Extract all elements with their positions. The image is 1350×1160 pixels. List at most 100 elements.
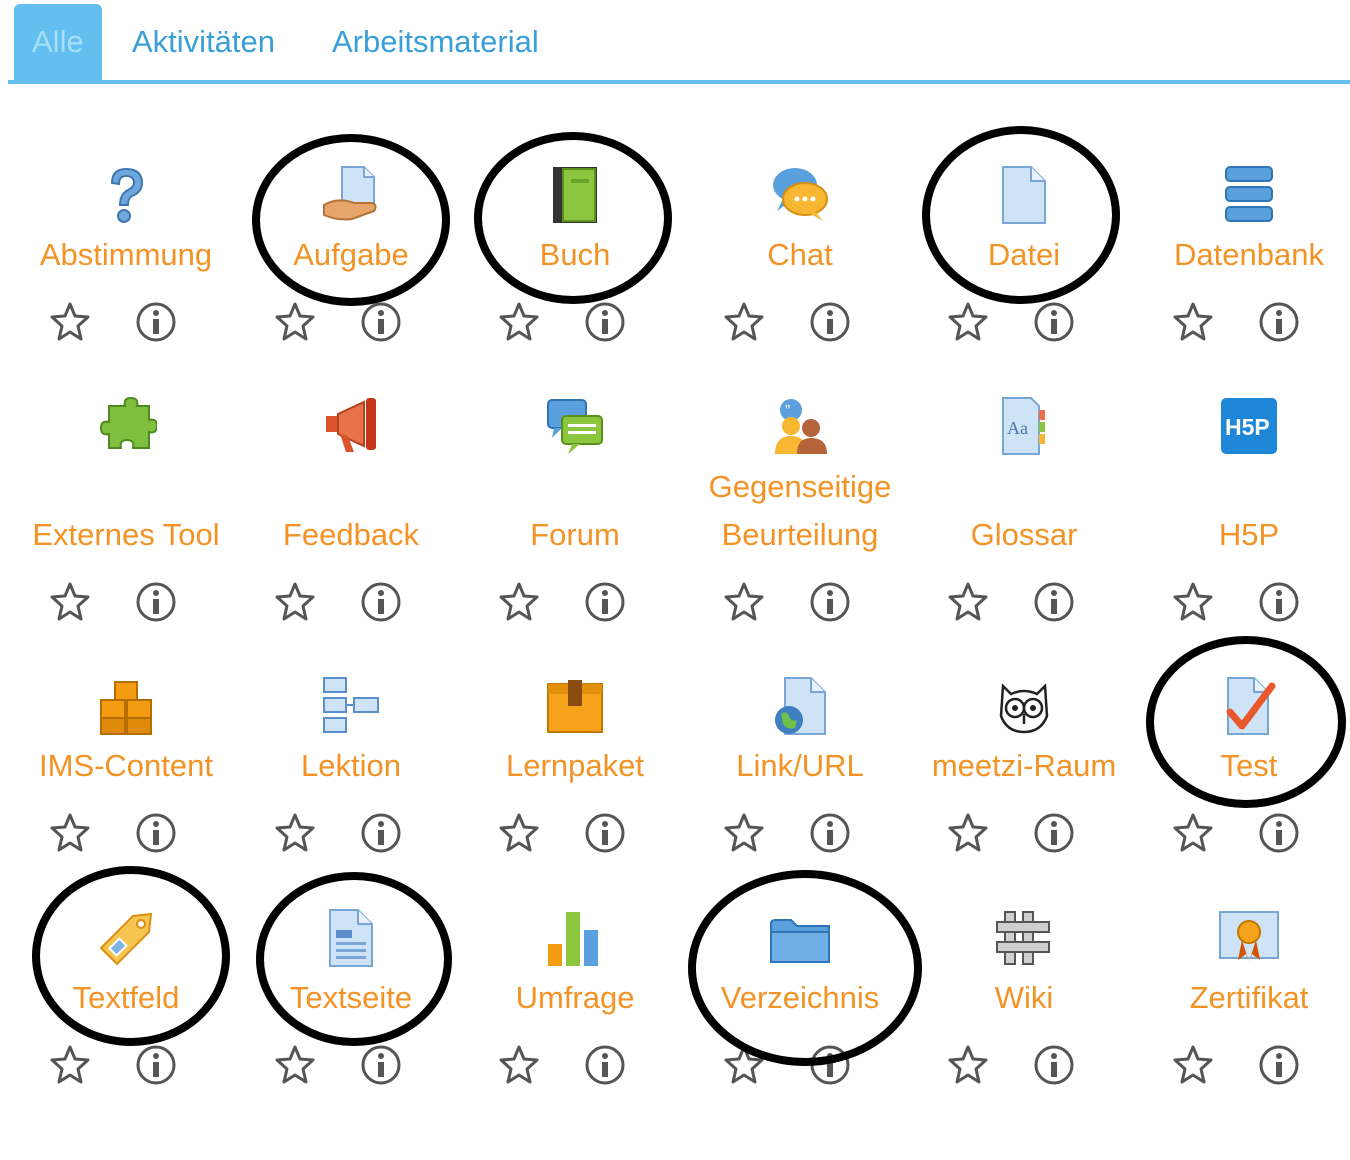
info-circle-icon[interactable] [808, 811, 852, 855]
star-outline-icon[interactable] [48, 580, 92, 624]
tab-aktivitaeten[interactable]: Aktivitäten [132, 4, 275, 80]
star-outline-icon[interactable] [946, 1043, 990, 1087]
star-outline-icon[interactable] [497, 1043, 541, 1087]
module-label[interactable]: Feedback [239, 511, 463, 559]
module-label[interactable]: Lektion [239, 742, 463, 790]
info-circle-icon[interactable] [134, 580, 178, 624]
info-circle-icon[interactable] [134, 300, 178, 344]
star-outline-icon[interactable] [946, 811, 990, 855]
module-label[interactable]: H5P [1137, 511, 1350, 559]
module-label[interactable]: Datei [912, 231, 1136, 279]
glossary-icon[interactable]: Aa [912, 394, 1136, 458]
star-outline-icon[interactable] [273, 300, 317, 344]
file-icon[interactable] [912, 163, 1136, 227]
package-box-icon[interactable] [463, 674, 687, 738]
module-label[interactable]: Buch [463, 231, 687, 279]
info-circle-icon[interactable] [359, 1043, 403, 1087]
info-circle-icon[interactable] [583, 300, 627, 344]
star-outline-icon[interactable] [1171, 811, 1215, 855]
info-circle-icon[interactable] [583, 811, 627, 855]
star-outline-icon[interactable] [48, 300, 92, 344]
info-circle-icon[interactable] [359, 811, 403, 855]
bar-chart-icon[interactable] [463, 906, 687, 970]
star-outline-icon[interactable] [946, 580, 990, 624]
module-label[interactable]: Beurteilung [688, 511, 912, 559]
module-label[interactable]: Link/URL [688, 742, 912, 790]
puzzle-icon[interactable] [14, 394, 238, 458]
quiz-check-icon[interactable] [1137, 674, 1350, 738]
module-label[interactable]: Wiki [912, 974, 1136, 1022]
info-circle-icon[interactable] [1257, 300, 1301, 344]
forum-icon[interactable] [463, 394, 687, 458]
certificate-icon[interactable] [1137, 906, 1350, 970]
star-outline-icon[interactable] [497, 811, 541, 855]
workshop-icon[interactable]: ” [688, 394, 912, 458]
tab-arbeitsmaterial[interactable]: Arbeitsmaterial [332, 4, 539, 80]
star-outline-icon[interactable] [722, 300, 766, 344]
lesson-icon[interactable] [239, 674, 463, 738]
info-circle-icon[interactable] [808, 1043, 852, 1087]
info-circle-icon[interactable] [1032, 1043, 1076, 1087]
module-label[interactable]: Textfeld [14, 974, 238, 1022]
module-label[interactable]: Aufgabe [239, 231, 463, 279]
book-icon[interactable] [463, 163, 687, 227]
module-label[interactable]: Abstimmung [14, 231, 238, 279]
page-icon[interactable] [239, 906, 463, 970]
module-label[interactable]: Chat [688, 231, 912, 279]
star-outline-icon[interactable] [1171, 1043, 1215, 1087]
label-tag-icon[interactable] [14, 906, 238, 970]
info-circle-icon[interactable] [583, 1043, 627, 1087]
info-circle-icon[interactable] [1257, 811, 1301, 855]
module-label[interactable]: Umfrage [463, 974, 687, 1022]
star-outline-icon[interactable] [722, 1043, 766, 1087]
module-label[interactable]: Test [1137, 742, 1350, 790]
info-circle-icon[interactable] [1032, 300, 1076, 344]
star-outline-icon[interactable] [273, 1043, 317, 1087]
star-outline-icon[interactable] [722, 811, 766, 855]
url-globe-icon[interactable] [688, 674, 912, 738]
module-label[interactable]: Zertifikat [1137, 974, 1350, 1022]
info-circle-icon[interactable] [134, 1043, 178, 1087]
info-circle-icon[interactable] [1032, 580, 1076, 624]
star-outline-icon[interactable] [1171, 580, 1215, 624]
module-label[interactable]: meetzi-Raum [912, 742, 1136, 790]
module-label[interactable]: Lernpaket [463, 742, 687, 790]
module-label[interactable]: Verzeichnis [688, 974, 912, 1022]
assignment-icon[interactable] [239, 163, 463, 227]
info-circle-icon[interactable] [134, 811, 178, 855]
module-label[interactable]: IMS-Content [14, 742, 238, 790]
star-outline-icon[interactable] [946, 300, 990, 344]
star-outline-icon[interactable] [497, 300, 541, 344]
star-outline-icon[interactable] [273, 811, 317, 855]
star-outline-icon[interactable] [722, 580, 766, 624]
tab-alle[interactable]: Alle [14, 4, 102, 80]
h5p-icon[interactable]: H5P [1137, 394, 1350, 458]
module-label[interactable]: Gegenseitige [688, 463, 912, 511]
question-icon[interactable] [14, 163, 238, 227]
folder-icon[interactable] [688, 906, 912, 970]
module-label[interactable]: Datenbank [1137, 231, 1350, 279]
star-outline-icon[interactable] [1171, 300, 1215, 344]
megaphone-icon[interactable] [239, 394, 463, 458]
info-circle-icon[interactable] [359, 580, 403, 624]
info-circle-icon[interactable] [1032, 811, 1076, 855]
owl-icon[interactable] [912, 674, 1136, 738]
info-circle-icon[interactable] [583, 580, 627, 624]
wiki-icon[interactable] [912, 906, 1136, 970]
module-label[interactable]: Textseite [239, 974, 463, 1022]
info-circle-icon[interactable] [808, 300, 852, 344]
module-label[interactable]: Glossar [912, 511, 1136, 559]
module-label[interactable]: Externes Tool [14, 511, 238, 559]
info-circle-icon[interactable] [1257, 1043, 1301, 1087]
module-label[interactable]: Forum [463, 511, 687, 559]
star-outline-icon[interactable] [273, 580, 317, 624]
info-circle-icon[interactable] [1257, 580, 1301, 624]
ims-boxes-icon[interactable] [14, 674, 238, 738]
star-outline-icon[interactable] [48, 1043, 92, 1087]
database-icon[interactable] [1137, 163, 1350, 227]
info-circle-icon[interactable] [808, 580, 852, 624]
star-outline-icon[interactable] [48, 811, 92, 855]
info-circle-icon[interactable] [359, 300, 403, 344]
chat-bubble-icon[interactable] [688, 163, 912, 227]
star-outline-icon[interactable] [497, 580, 541, 624]
